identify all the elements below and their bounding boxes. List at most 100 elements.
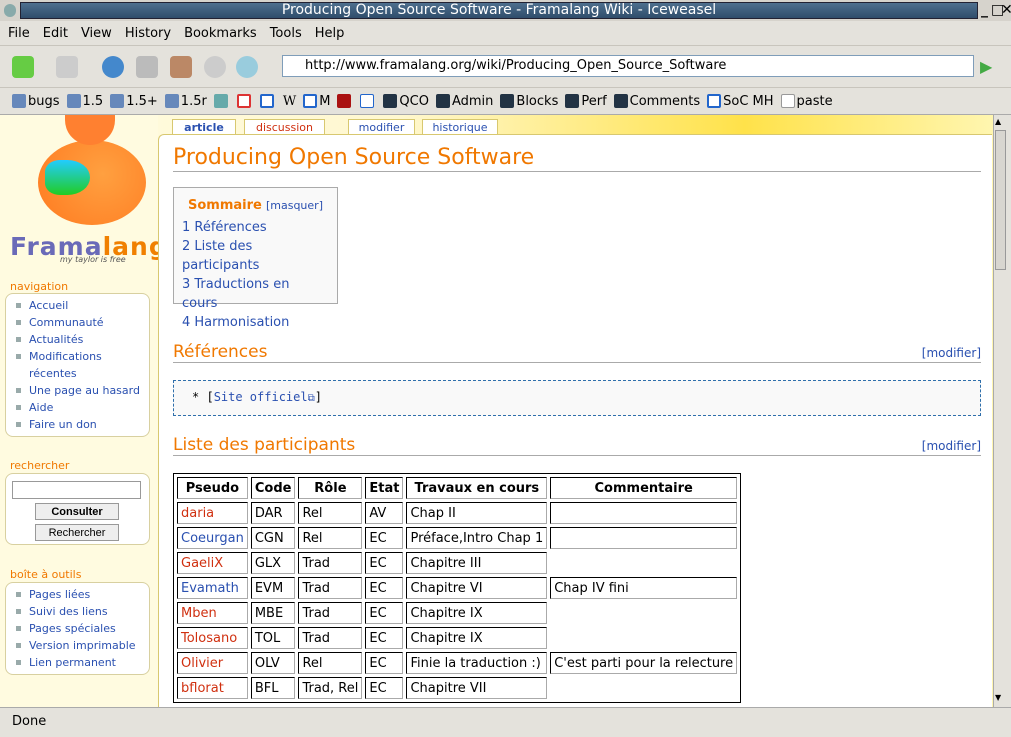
- page-viewport: Framalang my taylor is free navigation A…: [0, 115, 993, 707]
- toc-toggle[interactable]: masquer: [270, 199, 318, 212]
- rechercher-button[interactable]: Rechercher: [35, 524, 119, 541]
- bookmark[interactable]: 1.5r: [164, 94, 207, 109]
- user-link[interactable]: Mben: [177, 602, 248, 624]
- nav-donate[interactable]: Faire un don: [16, 416, 149, 433]
- edit-section-link[interactable]: [modifier]: [922, 346, 981, 360]
- bookmark[interactable]: Perf: [565, 94, 607, 109]
- edit-section-link[interactable]: [modifier]: [922, 439, 981, 453]
- table-row: Mben MBE Trad EC Chapitre IX: [177, 602, 737, 624]
- menu-bar: File Edit View History Bookmarks Tools H…: [0, 21, 1011, 45]
- menu-bookmarks[interactable]: Bookmarks: [184, 26, 257, 41]
- nav-communaute[interactable]: Communauté: [16, 314, 149, 331]
- menu-help[interactable]: Help: [315, 26, 345, 41]
- bookmark[interactable]: [236, 94, 253, 108]
- go-button[interactable]: ▶: [980, 57, 992, 76]
- table-cell: DAR: [250, 502, 296, 524]
- consulter-button[interactable]: Consulter: [35, 503, 119, 520]
- bookmark[interactable]: 1.5: [66, 94, 103, 109]
- feed-icon: [435, 94, 450, 108]
- official-site-link[interactable]: Site officiel: [214, 390, 308, 404]
- nav-accueil[interactable]: Accueil: [16, 297, 149, 314]
- tab-discussion[interactable]: discussion: [244, 119, 325, 135]
- toc-item[interactable]: 4 Harmonisation: [182, 313, 329, 332]
- search-portlet: Consulter Rechercher: [5, 473, 150, 545]
- minimize-button[interactable]: _: [981, 2, 988, 18]
- toc-item[interactable]: 1 Références: [182, 218, 329, 237]
- logo[interactable]: Framalang my taylor is free: [0, 115, 167, 265]
- user-link[interactable]: Olivier: [177, 652, 248, 674]
- tool-special-pages[interactable]: Pages spéciales: [16, 620, 149, 637]
- table-row: bflorat BFL Trad, Rel EC Chapitre VII: [177, 677, 737, 699]
- bookmark[interactable]: [337, 94, 353, 108]
- table-cell: MBE: [250, 602, 296, 624]
- bookmark[interactable]: Comments: [613, 94, 700, 109]
- tool-permalink[interactable]: Lien permanent: [16, 654, 149, 671]
- nav-recent-changes[interactable]: Modifications récentes: [16, 348, 116, 382]
- menu-history[interactable]: History: [125, 26, 171, 41]
- toc-item[interactable]: 2 Liste des participants: [182, 237, 329, 275]
- forward-icon[interactable]: [56, 56, 78, 78]
- print-icon[interactable]: [136, 56, 158, 78]
- menu-file[interactable]: File: [8, 26, 30, 41]
- toc-item[interactable]: 3 Traductions en cours: [182, 275, 329, 313]
- table-cell: Chapitre III: [406, 552, 548, 574]
- table-cell: Trad: [298, 602, 363, 624]
- bookmark[interactable]: [360, 94, 376, 108]
- participants-table: Pseudo Code Rôle Etat Travaux en cours Commen…: [173, 473, 742, 703]
- user-link[interactable]: daria: [177, 502, 248, 524]
- vertical-scrollbar[interactable]: ▲ ▼: [993, 115, 1007, 707]
- tool-related-changes[interactable]: Suivi des liens: [16, 603, 149, 620]
- scroll-down-button[interactable]: ▼: [995, 693, 1001, 702]
- table-cell: CGN: [250, 527, 296, 549]
- user-link[interactable]: Coeurgan: [177, 527, 248, 549]
- bookmark[interactable]: [259, 94, 276, 108]
- user-link[interactable]: Evamath: [177, 577, 248, 599]
- nav-random-page[interactable]: Une page au hasard: [16, 382, 149, 399]
- table-cell: TOL: [250, 627, 296, 649]
- bookmark[interactable]: W: [283, 94, 296, 109]
- nav-actualites[interactable]: Actualités: [16, 331, 149, 348]
- url-input[interactable]: http://www.framalang.org/wiki/Producing_…: [282, 55, 974, 77]
- bookmark[interactable]: Blocks: [500, 94, 558, 109]
- nav-aide[interactable]: Aide: [16, 399, 149, 416]
- search-input[interactable]: [12, 481, 141, 499]
- bookmark[interactable]: 1.5+: [110, 94, 158, 109]
- bugzilla-icon: [110, 94, 125, 108]
- scroll-thumb[interactable]: [995, 130, 1006, 270]
- menu-edit[interactable]: Edit: [43, 26, 68, 41]
- back-icon[interactable]: [12, 56, 34, 78]
- table-row: daria DAR Rel AV Chap II: [177, 502, 738, 524]
- section-heading: Références [modifier]: [173, 342, 981, 363]
- menu-view[interactable]: View: [81, 26, 112, 41]
- bookmark[interactable]: paste: [780, 94, 833, 109]
- close-button[interactable]: ✕: [1001, 2, 1011, 18]
- user-link[interactable]: GaeliX: [177, 552, 248, 574]
- user-link[interactable]: Tolosano: [177, 627, 248, 649]
- tab-article[interactable]: article: [172, 119, 236, 135]
- source-icon[interactable]: [236, 56, 258, 78]
- bookmark[interactable]: M: [303, 94, 330, 109]
- bookmark[interactable]: QCO: [383, 94, 429, 109]
- reload-icon[interactable]: [102, 56, 124, 78]
- tool-printable[interactable]: Version imprimable: [16, 637, 149, 654]
- table-cell: EC: [365, 602, 404, 624]
- scroll-up-button[interactable]: ▲: [995, 117, 1001, 126]
- home-icon[interactable]: [170, 56, 192, 78]
- page-title: Producing Open Source Software: [173, 145, 981, 172]
- bookmark[interactable]: [213, 94, 230, 108]
- bookmark[interactable]: Admin: [435, 94, 493, 109]
- table-cell: EC: [365, 627, 404, 649]
- bookmark[interactable]: SoC MH: [707, 94, 774, 109]
- tab-historique[interactable]: historique: [422, 119, 498, 135]
- table-cell: Rel: [298, 652, 363, 674]
- table-cell: EC: [365, 652, 404, 674]
- user-link[interactable]: bflorat: [177, 677, 248, 699]
- tool-whatlinkshere[interactable]: Pages liées: [16, 586, 149, 603]
- table-row: GaeliX GLX Trad EC Chapitre III: [177, 552, 737, 574]
- tab-modifier[interactable]: modifier: [348, 119, 415, 135]
- menu-tools[interactable]: Tools: [270, 26, 302, 41]
- external-link-icon: ⧉: [307, 393, 315, 404]
- bookmark[interactable]: bugs: [12, 94, 60, 109]
- stop-icon[interactable]: [204, 56, 226, 78]
- table-cell: Trad: [298, 552, 363, 574]
